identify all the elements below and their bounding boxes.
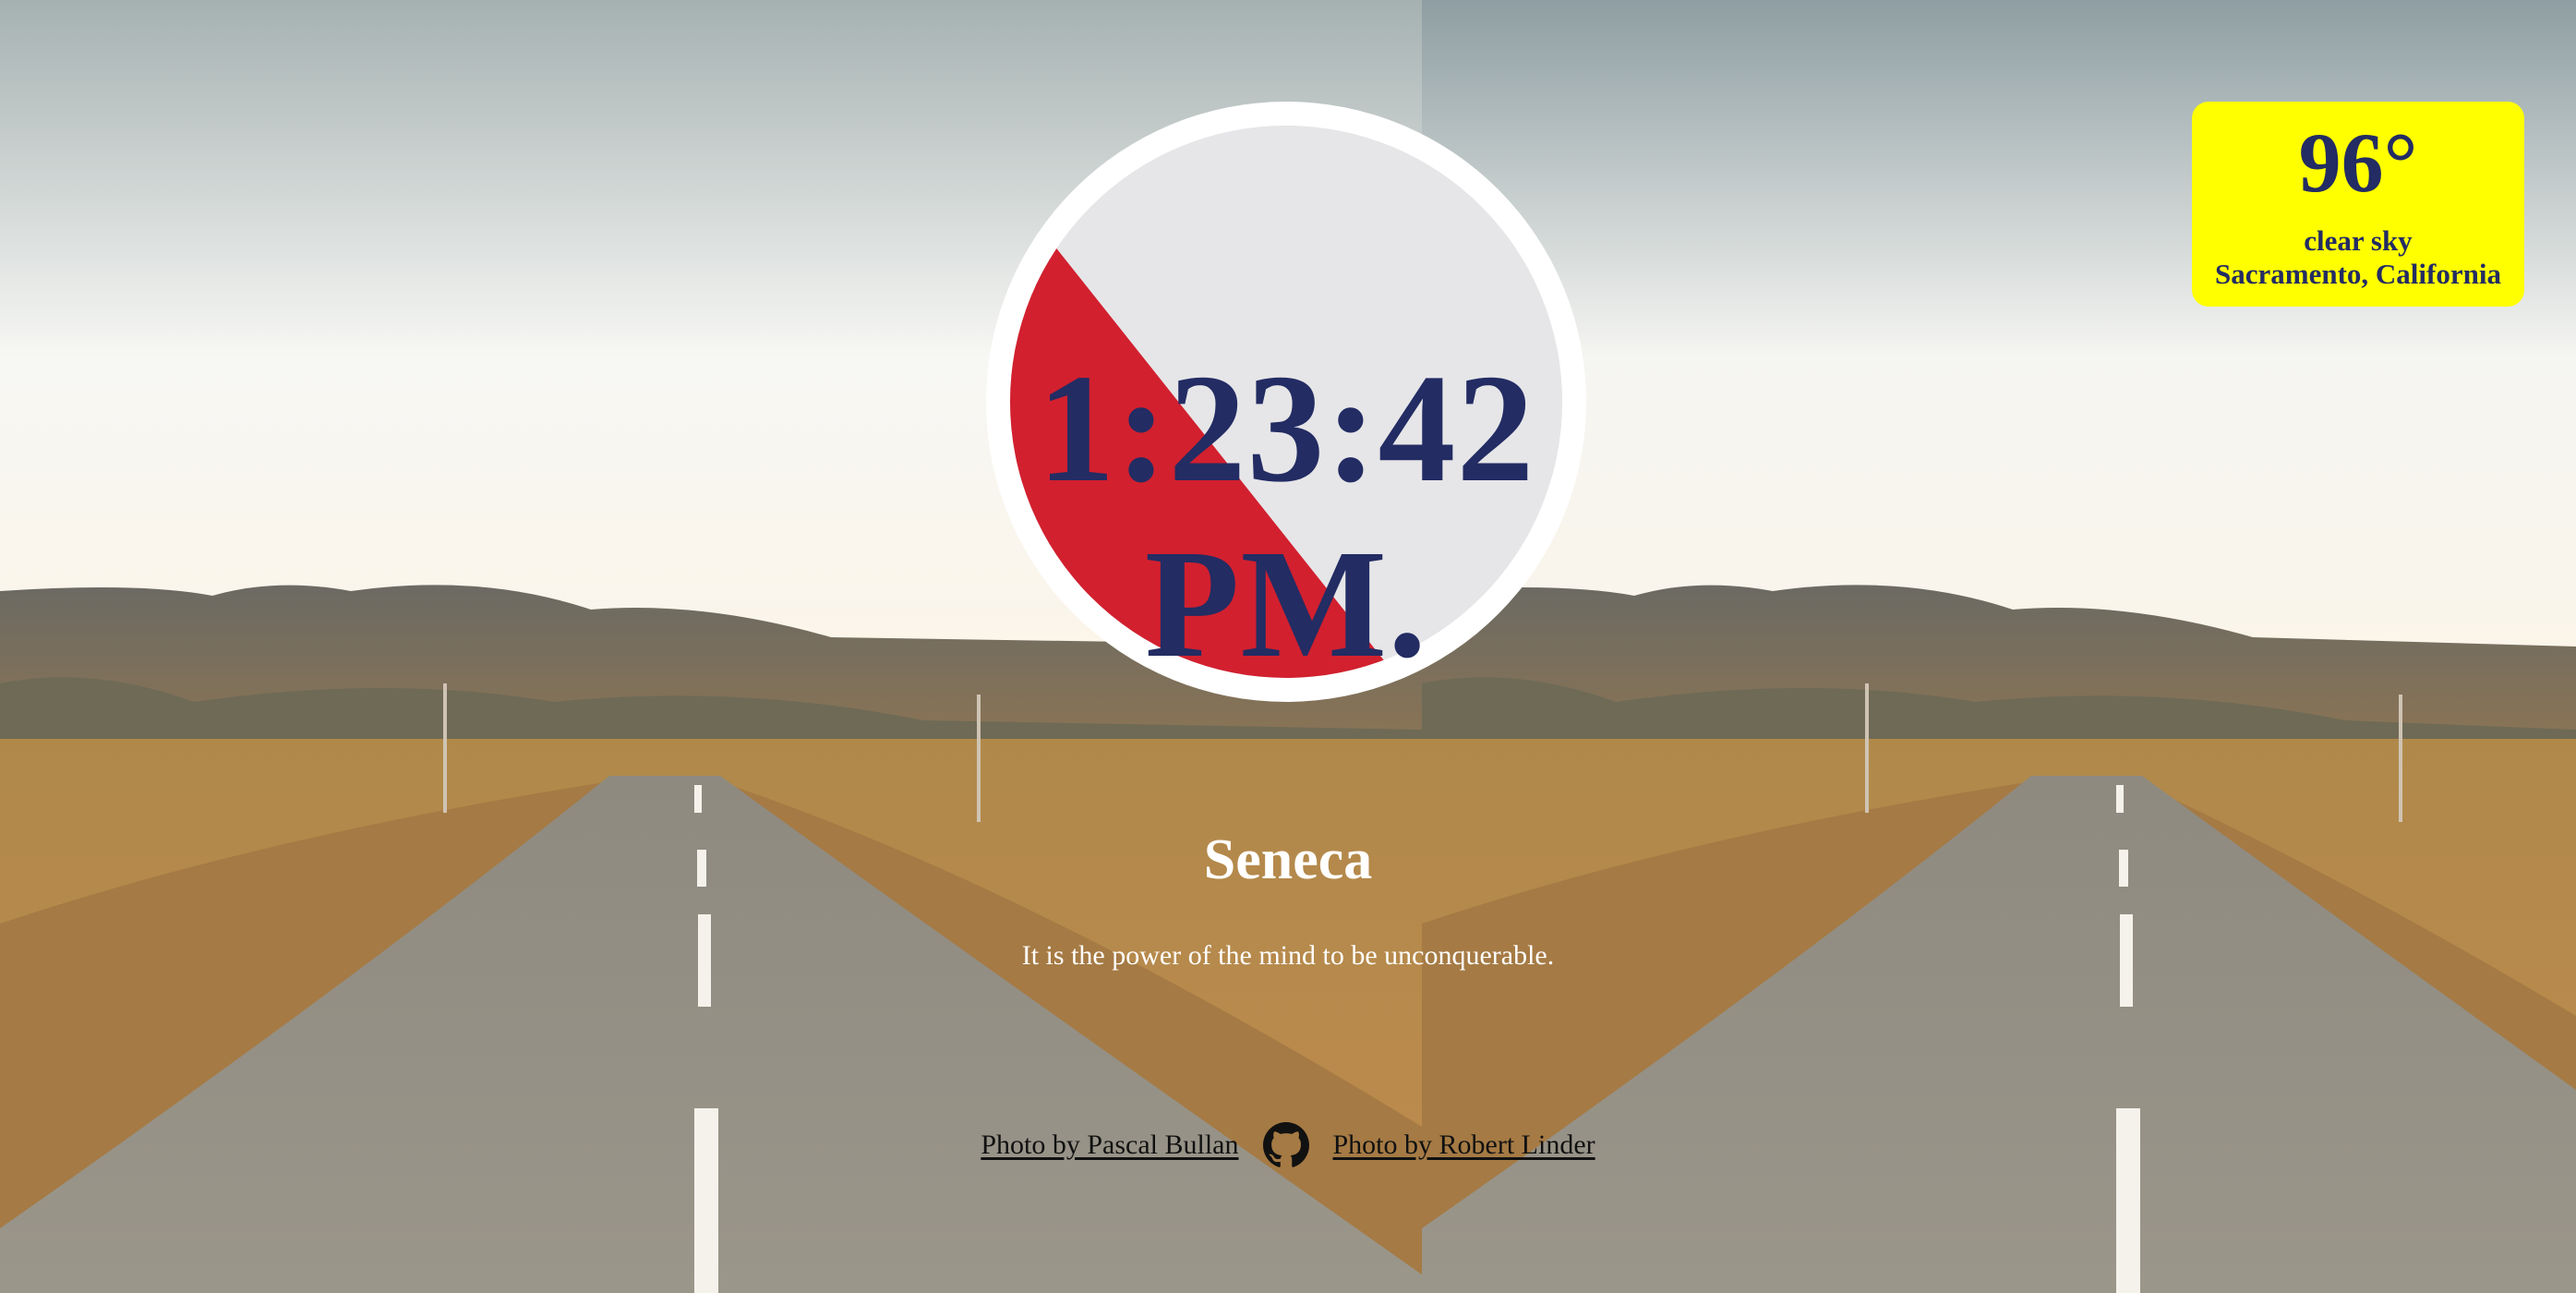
quote-text: It is the power of the mind to be unconq…: [1021, 940, 1555, 971]
github-icon[interactable]: [1262, 1122, 1309, 1168]
photo-credit-left-link[interactable]: Photo by Pascal Bullan: [981, 1130, 1238, 1161]
quote-author: Seneca: [1203, 828, 1373, 891]
weather-location: Sacramento, California: [2215, 258, 2501, 290]
clock-widget: 1:23:42 PM.: [986, 102, 1586, 702]
weather-temperature: 96°: [2298, 115, 2418, 210]
weather-widget: 96° clear sky Sacramento, California: [2192, 102, 2524, 307]
clock-ampm: PM.: [1144, 518, 1428, 690]
app-root: 1:23:42 PM. 96° clear sky Sacramento, Ca…: [0, 0, 2576, 1293]
footer: Photo by Pascal Bullan Photo by Robert L…: [0, 1122, 2576, 1168]
clock-text-container: 1:23:42 PM.: [986, 102, 1586, 702]
photo-credit-right-link[interactable]: Photo by Robert Linder: [1333, 1130, 1595, 1161]
weather-description: clear sky: [2304, 224, 2413, 257]
clock-time: 1:23:42: [1037, 343, 1535, 514]
